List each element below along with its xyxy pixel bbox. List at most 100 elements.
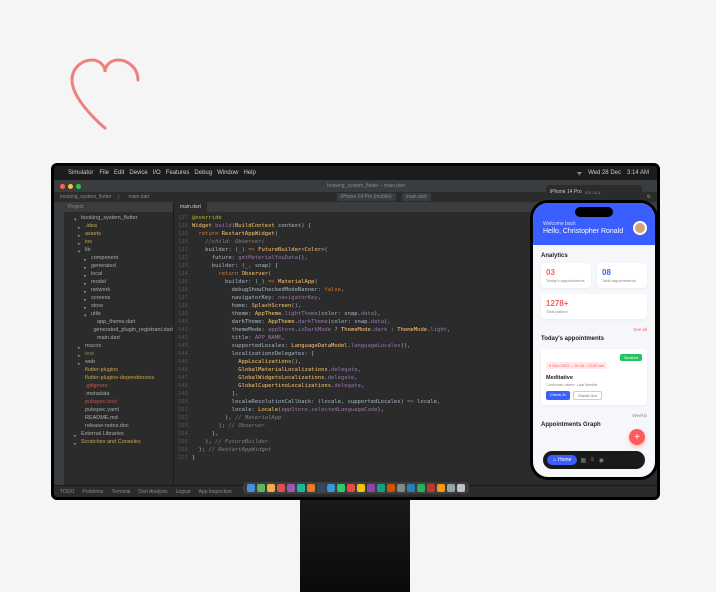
editor-tab-active[interactable]: main.dart <box>174 202 207 212</box>
dock-app-icon[interactable] <box>457 484 465 492</box>
tree-node[interactable]: flutter-plugins-dependencies <box>64 374 173 382</box>
menubar-item[interactable]: Device <box>129 170 147 176</box>
dock-app-icon[interactable] <box>337 484 345 492</box>
tree-node[interactable]: pubspec.lock <box>64 398 173 406</box>
bottom-tab[interactable]: TODO <box>60 489 74 495</box>
avatar[interactable] <box>633 221 647 235</box>
tree-node[interactable]: generated_plugin_registrant.dart <box>64 326 173 334</box>
close-icon[interactable] <box>60 184 65 189</box>
mac-dock[interactable] <box>243 482 469 494</box>
menubar-item[interactable]: File <box>99 170 109 176</box>
dock-app-icon[interactable] <box>347 484 355 492</box>
tree-node[interactable]: README.md <box>64 414 173 422</box>
dock-app-icon[interactable] <box>427 484 435 492</box>
run-config-dropdown[interactable]: iPhone 14 Pro (mobile) <box>337 193 396 201</box>
tree-node[interactable]: test <box>64 350 173 358</box>
breadcrumb[interactable]: booking_system_flutter <box>60 194 111 200</box>
tree-node[interactable]: web <box>64 358 173 366</box>
tree-node[interactable]: External Libraries <box>64 430 173 438</box>
appointment-card[interactable]: 9 Dec 2022 – 10:45 - 12:00 am Booked Med… <box>541 349 647 405</box>
tree-node[interactable]: assets <box>64 230 173 238</box>
bottom-tab[interactable]: App Inspection <box>199 489 232 495</box>
menubar-item[interactable]: Help <box>243 170 255 176</box>
dock-app-icon[interactable] <box>377 484 385 492</box>
tree-node[interactable]: component <box>64 254 173 262</box>
fab-add-button[interactable]: + <box>629 429 645 445</box>
tree-node[interactable]: local <box>64 270 173 278</box>
folder-arrow-icon[interactable] <box>74 440 79 445</box>
dock-app-icon[interactable] <box>257 484 265 492</box>
dock-app-icon[interactable] <box>357 484 365 492</box>
nav-profile-icon[interactable]: ◉ <box>598 457 604 463</box>
stat-card-today[interactable]: 03 Today's appointments <box>541 263 591 288</box>
graph-period-dropdown[interactable]: Weekly <box>632 413 647 418</box>
settings-icon[interactable]: ⚙ <box>647 194 651 200</box>
nav-home[interactable]: ⌂ Home <box>547 455 577 465</box>
dock-app-icon[interactable] <box>417 484 425 492</box>
menubar-item[interactable]: Edit <box>114 170 124 176</box>
tree-node[interactable]: macos <box>64 342 173 350</box>
dock-app-icon[interactable] <box>307 484 315 492</box>
run-target[interactable]: main.dart <box>402 193 431 201</box>
dock-app-icon[interactable] <box>437 484 445 492</box>
tree-node[interactable]: model <box>64 278 173 286</box>
tree-node[interactable]: pubspec.yaml <box>64 406 173 414</box>
bottom-tab[interactable]: Logcat <box>176 489 191 495</box>
bottom-tab[interactable]: Problems <box>82 489 103 495</box>
nav-list-icon[interactable]: ≡ <box>589 457 595 463</box>
tree-node[interactable]: store <box>64 302 173 310</box>
dock-app-icon[interactable] <box>367 484 375 492</box>
menubar-app[interactable]: Simulator <box>68 170 93 176</box>
tree-node[interactable]: .metadata <box>64 390 173 398</box>
menubar-item[interactable]: I/O <box>153 170 161 176</box>
dock-app-icon[interactable] <box>297 484 305 492</box>
tree-node[interactable]: main.dart <box>64 334 173 342</box>
folder-arrow-icon[interactable] <box>84 296 89 301</box>
tree-node[interactable]: lib <box>64 246 173 254</box>
tree-node[interactable]: generated <box>64 262 173 270</box>
folder-arrow-icon[interactable] <box>78 352 83 357</box>
tool-gutter-left[interactable] <box>54 202 64 485</box>
tree-node[interactable]: network <box>64 286 173 294</box>
dock-app-icon[interactable] <box>327 484 335 492</box>
folder-arrow-icon[interactable] <box>78 248 83 253</box>
dock-app-icon[interactable] <box>267 484 275 492</box>
checkout-button[interactable]: Check Out <box>573 391 602 400</box>
tree-node[interactable]: .idea <box>64 222 173 230</box>
nav-calendar-icon[interactable]: ▦ <box>580 457 586 463</box>
stat-card-patients[interactable]: 1278+ Total patient <box>541 294 647 319</box>
dock-app-icon[interactable] <box>447 484 455 492</box>
dock-app-icon[interactable] <box>247 484 255 492</box>
folder-arrow-icon[interactable] <box>74 216 79 221</box>
folder-arrow-icon[interactable] <box>78 360 83 365</box>
menubar-item[interactable]: Window <box>217 170 238 176</box>
dock-app-icon[interactable] <box>407 484 415 492</box>
project-panel-header[interactable]: Project <box>64 202 173 212</box>
bottom-tab[interactable]: Terminal <box>111 489 130 495</box>
menubar-item[interactable]: Features <box>166 170 190 176</box>
see-all-link[interactable]: See all <box>633 327 647 332</box>
folder-arrow-icon[interactable] <box>84 264 89 269</box>
tree-node[interactable]: utils <box>64 310 173 318</box>
traffic-lights[interactable] <box>60 184 81 189</box>
maximize-icon[interactable] <box>76 184 81 189</box>
tree-node[interactable]: booking_system_flutter <box>64 214 173 222</box>
menubar-wifi-icon[interactable]: ᯤ <box>577 169 582 177</box>
breadcrumb-file[interactable]: main.dart <box>128 194 149 200</box>
folder-arrow-icon[interactable] <box>78 344 83 349</box>
folder-arrow-icon[interactable] <box>78 232 83 237</box>
dock-app-icon[interactable] <box>317 484 325 492</box>
tree-node[interactable]: flutter-plugins <box>64 366 173 374</box>
code-content[interactable]: @overrideWidget build(BuildContext conte… <box>192 214 450 462</box>
folder-arrow-icon[interactable] <box>84 280 89 285</box>
tree-node[interactable]: app_theme.dart <box>64 318 173 326</box>
dock-app-icon[interactable] <box>287 484 295 492</box>
bottom-tab[interactable]: Dart Analysis <box>138 489 167 495</box>
checkin-button[interactable]: Check In <box>546 391 570 400</box>
tree-node[interactable]: ios <box>64 238 173 246</box>
tree-node[interactable]: screens <box>64 294 173 302</box>
tree-node[interactable]: Scratches and Consoles <box>64 438 173 446</box>
folder-arrow-icon[interactable] <box>84 256 89 261</box>
dock-app-icon[interactable] <box>277 484 285 492</box>
folder-arrow-icon[interactable] <box>84 288 89 293</box>
